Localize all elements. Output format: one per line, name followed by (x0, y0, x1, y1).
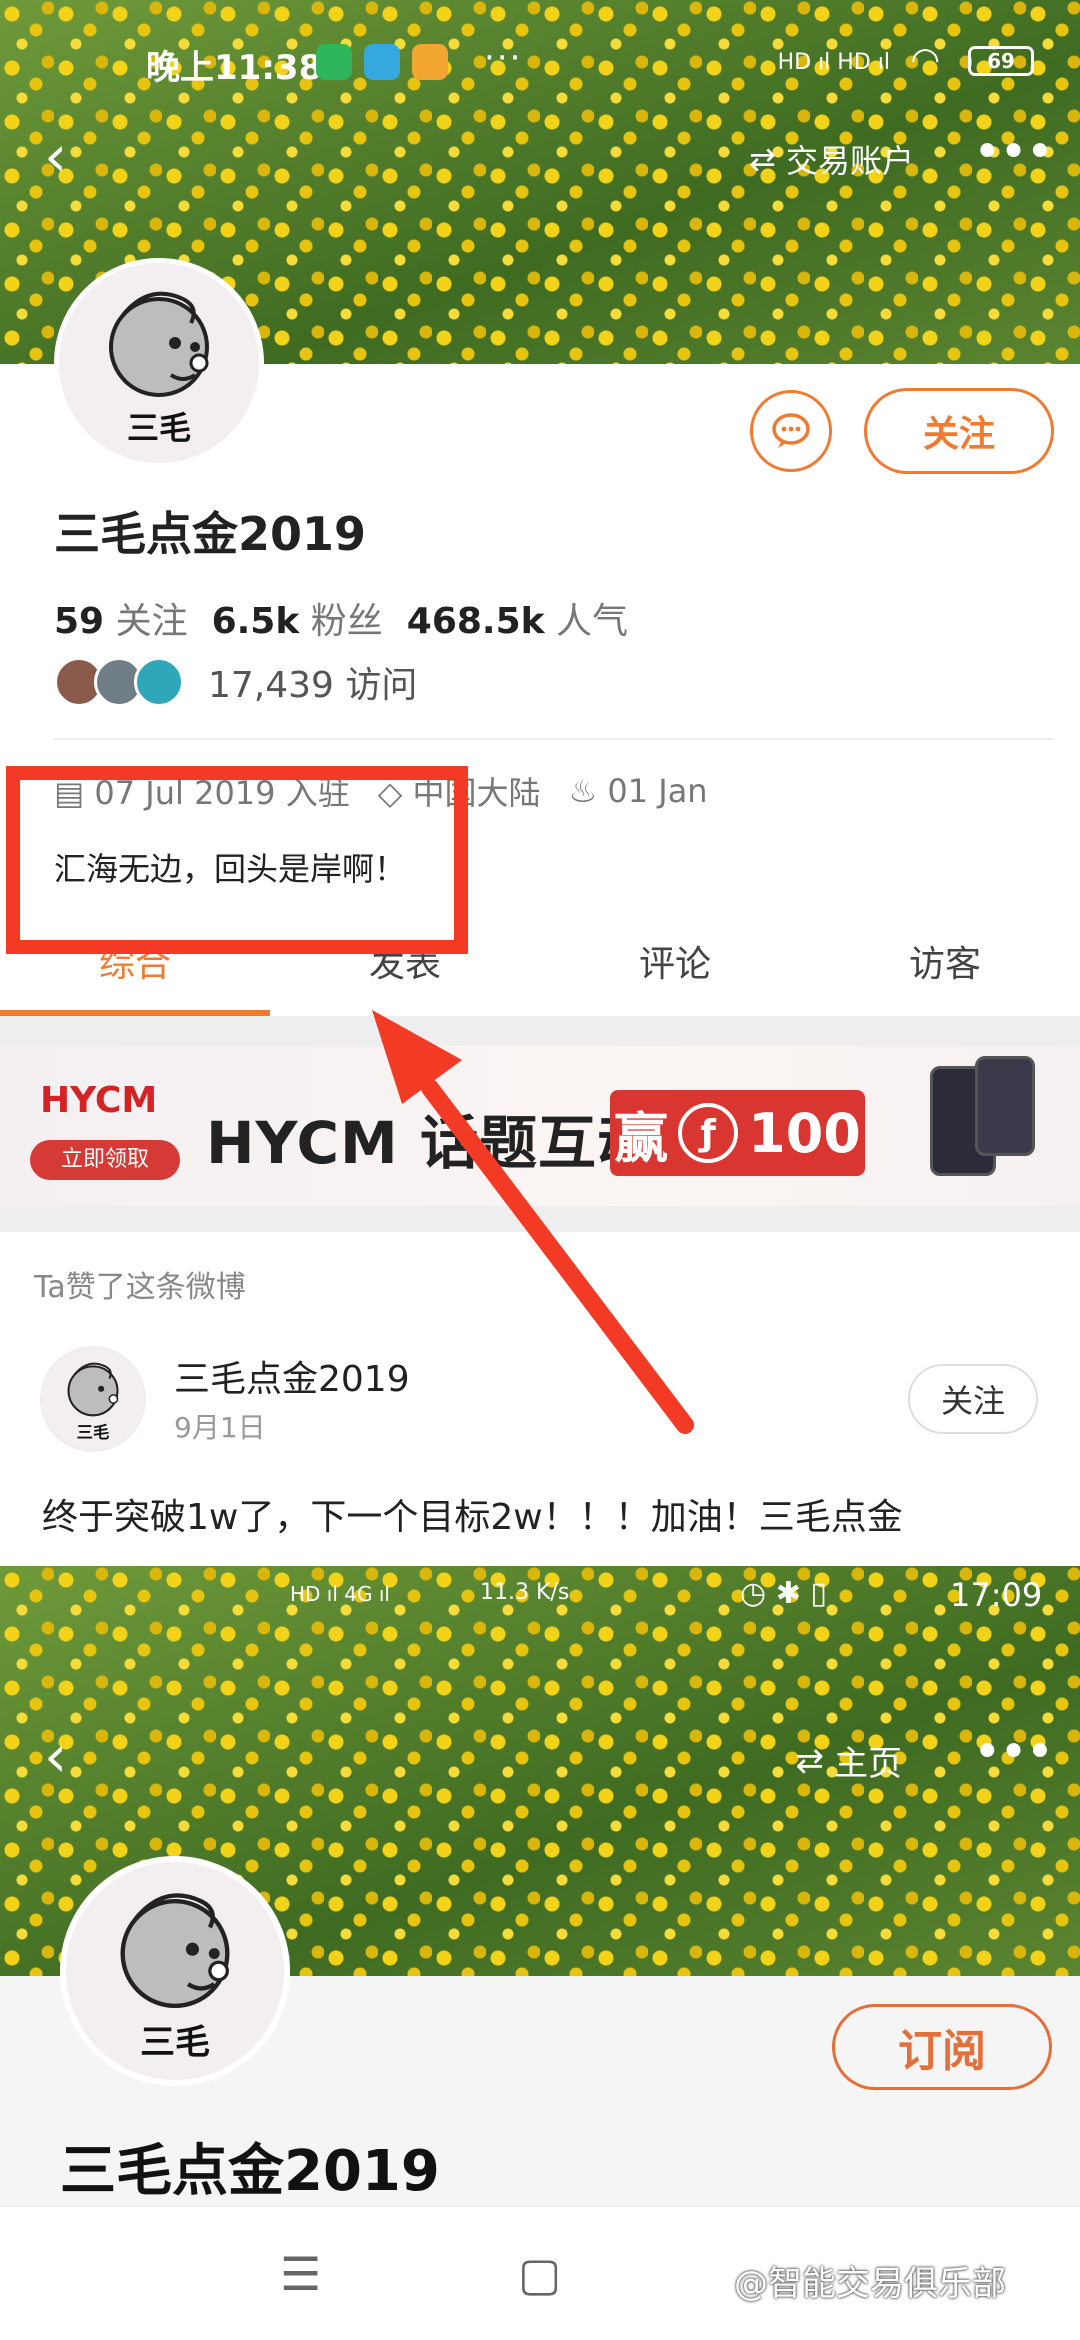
avatar-face-icon: 三毛 (59, 263, 259, 463)
stat-following[interactable]: 59 关注 (54, 592, 188, 644)
visit-count: 17,439 访问 (208, 665, 418, 706)
status-bar: 晚上11:38 ··· HD ıl HD ıl ◠ 69 (0, 0, 1080, 100)
profile-name: 三毛点金2019 (54, 507, 367, 561)
recent-visitors[interactable]: 17,439 访问 (54, 656, 417, 708)
swap-icon: ⇄ (795, 1740, 825, 1781)
stat-popularity: 468.5k 人气 (406, 601, 629, 642)
post-text[interactable]: 终于突破1w了，下一个目标2w！！！加油！三毛点金 (42, 1488, 903, 1540)
stat-fans[interactable]: 6.5k 粉丝 (212, 592, 383, 644)
top-nav: ‹ ⇄ 交易账户 ••• (0, 120, 1080, 200)
avatar-face-icon: 三毛 (42, 1348, 144, 1450)
more-icon[interactable]: ••• (973, 1724, 1054, 1780)
highlight-box (6, 766, 468, 954)
battery-icon: 69 (968, 46, 1034, 76)
ad-logo: HYCM (40, 1080, 158, 1121)
watermark: @智能交易俱乐部 (734, 2264, 1006, 2304)
system-icons: ◷ ✱ ▯ (740, 1576, 827, 1611)
avatar-face-icon: 三毛 (66, 1862, 284, 2080)
svg-text:三毛: 三毛 (77, 1423, 110, 1442)
trade-account-label: 交易账户 (785, 142, 914, 180)
location-app-icon (364, 44, 400, 80)
notification-icons (316, 44, 448, 80)
message-app-icon (412, 44, 448, 80)
trade-account-button[interactable]: ⇄ 交易账户 (749, 136, 914, 182)
ad-headline: HYCM 话题互动 (206, 1109, 656, 1177)
post-author-avatar[interactable]: 三毛 (40, 1346, 146, 1452)
post-follow-button[interactable]: 关注 (908, 1364, 1038, 1434)
svg-text:三毛: 三毛 (127, 409, 191, 447)
phone-illustration (975, 1056, 1035, 1156)
net-speed: 11.3 K/s (480, 1580, 570, 1605)
status-time: 晚上11:38 (146, 48, 323, 88)
section-gap (0, 1016, 1080, 1046)
more-icon[interactable]: ••• (973, 124, 1054, 180)
screen: 晚上11:38 ··· HD ıl HD ıl ◠ 69 ‹ ⇄ 交易账户 ••… (0, 0, 1080, 2340)
phone-app-icon (316, 44, 352, 80)
signal-icon: HD ıl 4G ıl (290, 1582, 390, 1606)
follow-button[interactable]: 关注 (864, 388, 1054, 474)
status-bar-2: HD ıl 4G ıl 11.3 K/s ◷ ✱ ▯ 17:09 (0, 1566, 1080, 1666)
back-icon[interactable]: ‹ (44, 1722, 67, 1790)
back-icon[interactable]: ‹ (44, 122, 67, 190)
post-author-name[interactable]: 三毛点金2019 (174, 1350, 410, 1402)
ad-banner[interactable]: HYCM 立即领取 HYCM 话题互动 赢 ƒ 100 (0, 1046, 1080, 1206)
avatar-2[interactable]: 三毛 (60, 1856, 290, 2086)
status-time-2: 17:09 (950, 1576, 1043, 1614)
section-gap (0, 1206, 1080, 1232)
home-button[interactable]: ⇄ 主页 (796, 1736, 903, 1785)
signal-icon: HD ıl HD ıl (777, 50, 890, 75)
liked-note: Ta赞了这条微博 (34, 1270, 246, 1305)
coin-icon: ƒ (678, 1103, 739, 1163)
tab-comments[interactable]: 评论 (540, 930, 810, 1020)
wifi-icon: ◠ (910, 40, 940, 80)
post-date: 9月1日 (174, 1411, 266, 1444)
swap-icon: ⇄ (749, 140, 776, 178)
more-notifications-icon: ··· (484, 38, 523, 78)
profile-stats: 59 关注 6.5k 粉丝 468.5k 人气 (54, 592, 628, 644)
ad-cta-button[interactable]: 立即领取 (30, 1140, 180, 1180)
birthday: ♨ 01 Jan (568, 772, 708, 810)
divider (54, 738, 1054, 740)
subscribe-button[interactable]: 订阅 (832, 2004, 1052, 2090)
menu-icon[interactable]: ☰ (280, 2247, 321, 2301)
visitor-avatar (134, 657, 184, 707)
tab-visitors[interactable]: 访客 (810, 930, 1080, 1020)
chat-icon (772, 413, 810, 448)
top-nav-2: ‹ ⇄ 主页 ••• (0, 1720, 1080, 1800)
home-icon[interactable]: ▢ (518, 2247, 561, 2301)
ad-prize: 赢 ƒ 100 (610, 1090, 865, 1176)
svg-text:三毛: 三毛 (140, 2022, 210, 2063)
message-button[interactable] (750, 390, 832, 472)
profile-name-2: 三毛点金2019 (60, 2139, 440, 2204)
avatar[interactable]: 三毛 (54, 258, 264, 468)
home-label: 主页 (834, 1744, 902, 1784)
